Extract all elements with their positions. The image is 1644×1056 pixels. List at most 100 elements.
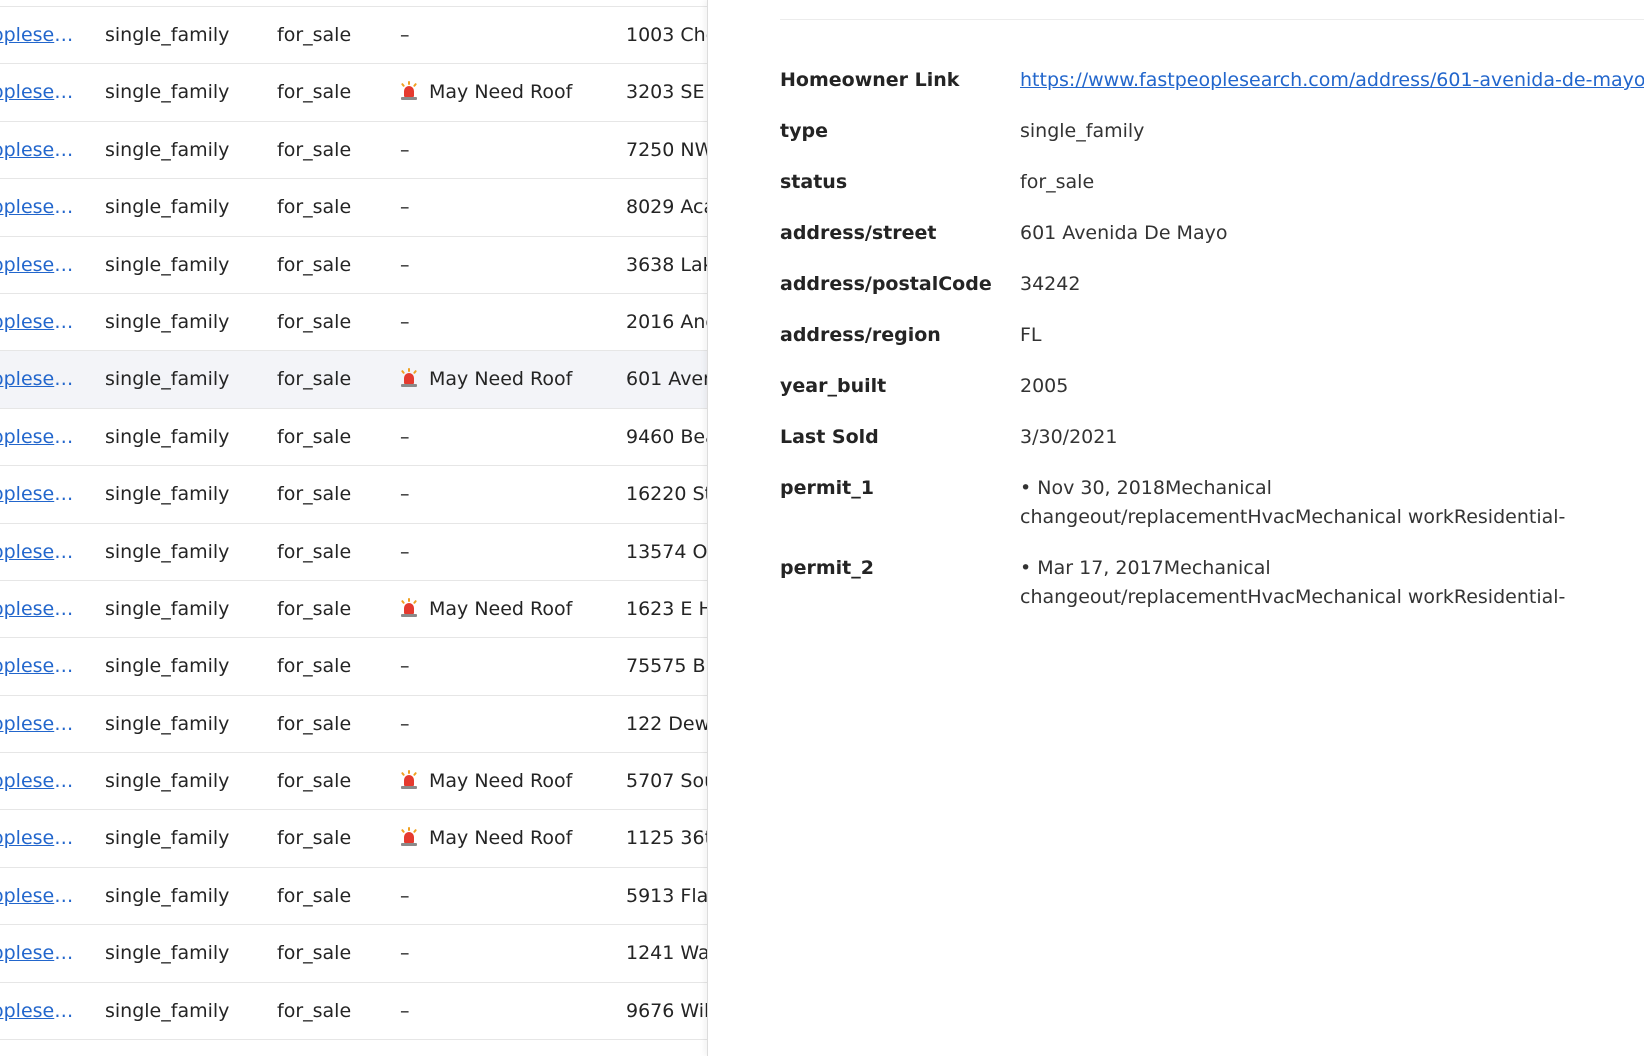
table-row[interactable]: oplesearch single_family for_sale – 13574 Ol…: [0, 524, 707, 581]
table-row[interactable]: oplesearch single_family for_sale – 9460 Bea…: [0, 409, 707, 467]
address-cell: 9460 Bear: [626, 425, 707, 448]
type-cell: single_family: [105, 196, 230, 219]
address-cell: 16220 Sta: [626, 483, 707, 506]
type-cell: single_family: [105, 81, 230, 104]
prop-postal-code: address/postalCode 34242: [780, 270, 1644, 299]
empty-dash: –: [400, 884, 410, 907]
prop-street: address/street 601 Avenida De Mayo: [780, 219, 1644, 248]
roof-cell: –: [400, 7, 620, 63]
status-cell: for_sale: [277, 884, 352, 907]
homeowner-link-cell[interactable]: oplesearch: [0, 64, 78, 120]
empty-dash: –: [400, 138, 410, 161]
table-row[interactable]: oplesearch single_family for_sale – 16220 St…: [0, 466, 707, 524]
homeowner-link-cell[interactable]: oplesearch: [0, 753, 78, 809]
prop-value-street: 601 Avenida De Mayo: [1020, 222, 1228, 244]
homeowner-link-cell[interactable]: oplesearch: [0, 524, 78, 580]
status-cell: for_sale: [277, 827, 352, 850]
homeowner-link-cell[interactable]: oplesearch: [0, 638, 78, 694]
address-cell: 5707 Sout: [626, 770, 707, 793]
table-row[interactable]: oplesearch single_family for_sale – 75575 Br…: [0, 638, 707, 696]
type-cell: single_family: [105, 483, 230, 506]
roof-label: May Need Roof: [429, 368, 573, 391]
table-row[interactable]: oplesearch single_family for_sale – 1003 Che: [0, 7, 707, 65]
table-row[interactable]: oplesearch single_family for_sale May Need …: [0, 351, 707, 409]
table-row[interactable]: oplesearch single_family for_sale May Need …: [0, 810, 707, 868]
alarm-light-icon: [400, 368, 418, 388]
status-cell: for_sale: [277, 81, 352, 104]
empty-dash: –: [400, 999, 410, 1022]
type-cell: single_family: [105, 540, 230, 563]
homeowner-link-cell[interactable]: oplesearch: [0, 925, 78, 981]
alarm-light-icon: [400, 827, 418, 847]
homeowner-link-cell[interactable]: oplesearch: [0, 810, 78, 866]
empty-dash: –: [400, 24, 410, 46]
prop-value-last-sold: 3/30/2021: [1020, 426, 1118, 448]
address-cell: 1241 Wal: [626, 942, 707, 965]
type-cell: single_family: [105, 770, 230, 793]
status-cell: for_sale: [277, 770, 352, 793]
homeowner-link-cell[interactable]: oplesearch: [0, 409, 78, 465]
roof-cell: –: [400, 524, 620, 580]
homeowner-link-cell[interactable]: oplesearch: [0, 122, 78, 178]
details-divider: [780, 19, 1644, 20]
status-cell: for_sale: [277, 942, 352, 965]
table-row[interactable]: oplesearch single_family for_sale May Need …: [0, 753, 707, 811]
status-cell: for_sale: [277, 24, 352, 46]
homeowner-link-cell[interactable]: oplesearch: [0, 294, 78, 350]
prop-type: type single_family: [780, 117, 1644, 146]
type-cell: single_family: [105, 24, 230, 46]
type-cell: single_family: [105, 942, 230, 965]
address-cell: 7250 NW: [626, 138, 707, 161]
status-cell: for_sale: [277, 597, 352, 620]
listings-table: oplesearch single_family for_sale – 1003 Che…: [0, 0, 707, 1056]
type-cell: single_family: [105, 999, 230, 1022]
table-row[interactable]: oplesearch single_family for_sale – 5913 Fla…: [0, 868, 707, 926]
table-body: oplesearch single_family for_sale – 1003 Che…: [0, 7, 707, 1041]
empty-dash: –: [400, 712, 410, 735]
table-row[interactable]: oplesearch single_family for_sale – 1241 Wal: [0, 925, 707, 983]
alarm-light-icon: [400, 81, 418, 101]
table-row[interactable]: oplesearch single_family for_sale – 3638 Lak…: [0, 237, 707, 294]
table-row[interactable]: oplesearch single_family for_sale – 9676 Wil…: [0, 983, 707, 1041]
type-cell: single_family: [105, 827, 230, 850]
type-cell: single_family: [105, 425, 230, 448]
prop-key-last-sold: Last Sold: [780, 426, 879, 448]
status-cell: for_sale: [277, 310, 352, 333]
roof-label: May Need Roof: [429, 770, 573, 793]
homeowner-link-cell[interactable]: oplesearch: [0, 179, 78, 235]
address-cell: 2016 Anc: [626, 310, 707, 333]
homeowner-link-cell[interactable]: oplesearch: [0, 237, 78, 293]
details-panel: Homeowner Link https://www.fastpeoplesea…: [707, 0, 1644, 1056]
prop-value-postal-code: 34242: [1020, 273, 1081, 295]
roof-cell: –: [400, 237, 620, 293]
prop-region: address/region FL: [780, 321, 1644, 350]
homeowner-link-cell[interactable]: oplesearch: [0, 466, 78, 522]
prop-key-street: address/street: [780, 222, 937, 244]
prop-value-status: for_sale: [1020, 171, 1095, 193]
homeowner-link-cell[interactable]: oplesearch: [0, 7, 78, 63]
table-row[interactable]: oplesearch single_family for_sale – 122 Dew: [0, 696, 707, 754]
prop-key-postal-code: address/postalCode: [780, 273, 992, 295]
homeowner-link-cell[interactable]: oplesearch: [0, 696, 78, 752]
table-row[interactable]: oplesearch single_family for_sale May Need …: [0, 64, 707, 122]
homeowner-link-cell[interactable]: oplesearch: [0, 983, 78, 1039]
prop-value-type: single_family: [1020, 120, 1145, 142]
homeowner-link-cell[interactable]: oplesearch: [0, 868, 78, 924]
address-cell: 122 Dew: [626, 712, 707, 735]
homeowner-link-cell[interactable]: oplesearch: [0, 351, 78, 407]
table-row[interactable]: oplesearch single_family for_sale – 2016 Anc: [0, 294, 707, 352]
status-cell: for_sale: [277, 540, 352, 563]
status-cell: for_sale: [277, 483, 352, 506]
table-row[interactable]: oplesearch single_family for_sale May Need …: [0, 581, 707, 639]
homeowner-link-cell[interactable]: oplesearch: [0, 581, 78, 637]
address-cell: 1003 Che: [626, 24, 707, 46]
empty-dash: –: [400, 483, 410, 506]
roof-label: May Need Roof: [429, 827, 573, 850]
homeowner-link[interactable]: https://www.fastpeoplesearch.com/address…: [1020, 69, 1644, 91]
type-cell: single_family: [105, 655, 230, 678]
status-cell: for_sale: [277, 655, 352, 678]
roof-cell: –: [400, 294, 620, 350]
prop-value-region: FL: [1020, 324, 1042, 346]
table-row[interactable]: oplesearch single_family for_sale – 7250 NW: [0, 122, 707, 180]
table-row[interactable]: oplesearch single_family for_sale – 8029 Aca…: [0, 179, 707, 237]
